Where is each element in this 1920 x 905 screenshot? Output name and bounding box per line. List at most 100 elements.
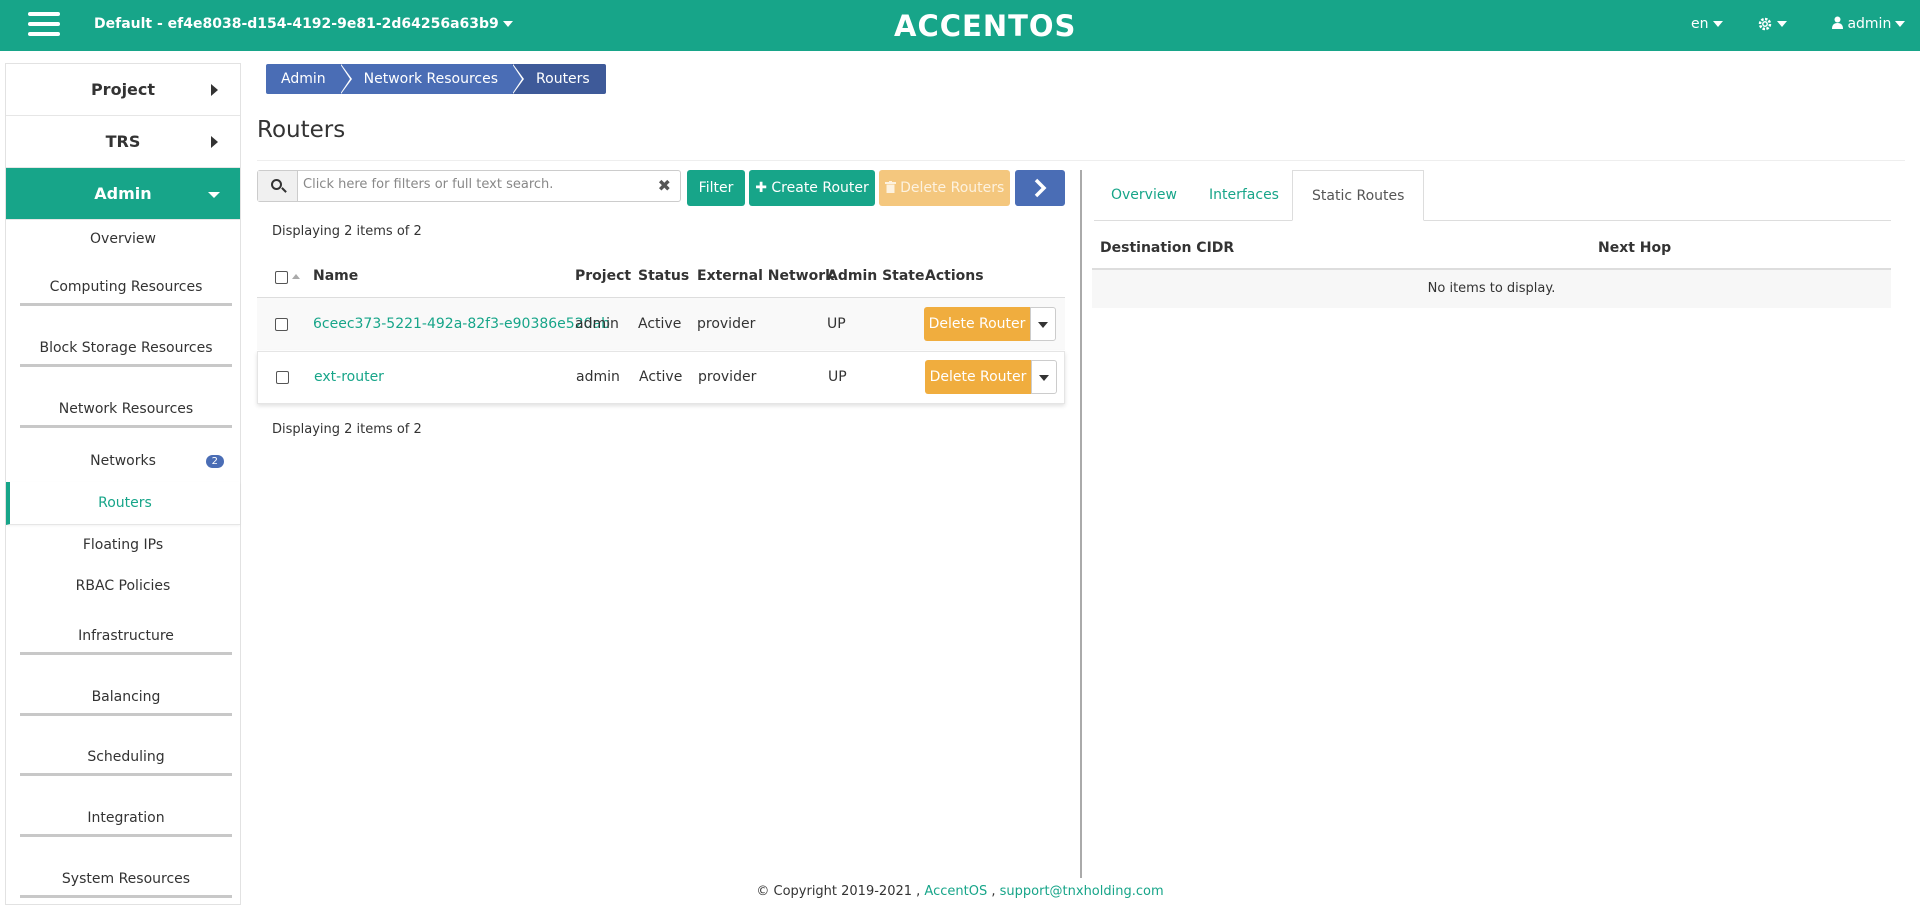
column-header-next-hop: Next Hop [1598, 240, 1672, 256]
plus-icon: ✚ [755, 180, 767, 196]
page-title: Routers [257, 117, 346, 143]
chevron-down-icon [1777, 21, 1787, 27]
delete-routers-label: Delete Routers [900, 180, 1005, 196]
create-router-button[interactable]: ✚ Create Router [749, 170, 875, 206]
router-project: admin [575, 316, 619, 332]
router-project: admin [576, 369, 620, 385]
sidebar-item-overview[interactable]: Overview [6, 231, 240, 247]
brand-link[interactable]: AccentOS [924, 884, 987, 899]
chevron-down-icon [1038, 322, 1048, 328]
router-status: Active [638, 316, 682, 332]
search-input[interactable] [303, 177, 643, 192]
close-icon[interactable]: ✖ [658, 176, 671, 195]
column-header-destination-cidr: Destination CIDR [1100, 240, 1235, 256]
top-navbar: Default - ef4e8038-d154-4192-9e81-2d6425… [0, 0, 1920, 51]
create-router-label: Create Router [771, 180, 869, 196]
support-email-link[interactable]: support@tnxholding.com [1000, 884, 1164, 899]
chevron-down-icon [1895, 21, 1906, 27]
sidebar-group-network-resources[interactable]: Network Resources [20, 401, 232, 428]
search-bar: ✖ [257, 170, 681, 202]
sidebar-group-integration[interactable]: Integration [20, 810, 232, 837]
filter-button[interactable]: Filter [687, 170, 745, 206]
logo: ACCENTOS [894, 9, 1077, 43]
column-header-name[interactable]: Name [313, 268, 358, 284]
row-checkbox[interactable] [276, 371, 289, 384]
sidebar-item-floating-ips[interactable]: Floating IPs [6, 537, 240, 553]
row-actions-dropdown[interactable] [1030, 307, 1056, 341]
detail-tabs: Overview Interfaces Static Routes [1094, 170, 1891, 221]
column-header-status[interactable]: Status [638, 268, 689, 284]
column-header-actions: Actions [925, 268, 984, 284]
hamburger-menu-icon[interactable] [28, 12, 60, 39]
sidebar: Project TRS Admin Overview Computing Res… [5, 63, 241, 905]
breadcrumb-label: Network Resources [363, 71, 499, 87]
search-button[interactable] [258, 171, 298, 201]
sidebar-group-computing-resources[interactable]: Computing Resources [20, 279, 232, 306]
sidebar-group-scheduling[interactable]: Scheduling [20, 749, 232, 776]
table-row[interactable]: 6ceec373-5221-492a-82f3-e90386e520ab adm… [257, 297, 1065, 350]
router-status: Active [639, 369, 683, 385]
gear-icon [1758, 17, 1772, 31]
empty-message: No items to display. [1092, 270, 1891, 308]
panel-splitter[interactable] [1080, 170, 1082, 878]
sidebar-section-project[interactable]: Project [6, 64, 240, 116]
sidebar-group-block-storage-resources[interactable]: Block Storage Resources [20, 340, 232, 367]
select-all-checkbox[interactable] [275, 271, 288, 284]
project-selector-label: Default - ef4e8038-d154-4192-9e81-2d6425… [94, 16, 499, 32]
tab-static-routes[interactable]: Static Routes [1292, 170, 1425, 221]
footer-separator: , [991, 884, 996, 899]
sidebar-item-rbac-policies[interactable]: RBAC Policies [6, 578, 240, 594]
chevron-right-icon [1034, 178, 1047, 198]
router-admin-state: UP [827, 316, 846, 332]
column-header-admin-state[interactable]: Admin State [827, 268, 925, 284]
language-selector[interactable]: en [1691, 16, 1723, 32]
item-count-bottom: Displaying 2 items of 2 [272, 422, 422, 437]
row-actions-dropdown[interactable] [1031, 360, 1057, 394]
sidebar-section-admin[interactable]: Admin [6, 168, 240, 220]
user-icon [1832, 16, 1843, 29]
table-row[interactable]: ext-router admin Active provider UP Dele… [257, 351, 1065, 404]
breadcrumb-label: Routers [536, 71, 590, 87]
chevron-down-icon [1712, 21, 1723, 27]
sidebar-group-balancing[interactable]: Balancing [20, 689, 232, 716]
user-menu[interactable]: admin [1832, 16, 1906, 32]
column-header-project[interactable]: Project [575, 268, 631, 284]
delete-router-button[interactable]: Delete Router [925, 360, 1031, 394]
sidebar-section-trs[interactable]: TRS [6, 116, 240, 168]
user-name: admin [1847, 16, 1892, 32]
tab-overview[interactable]: Overview [1111, 170, 1177, 221]
sidebar-item-networks[interactable]: Networks 2 [6, 453, 240, 469]
next-button[interactable] [1015, 170, 1065, 206]
sidebar-item-routers[interactable]: Routers [6, 482, 240, 525]
chevron-right-icon [211, 136, 218, 148]
breadcrumb-label: Admin [281, 71, 326, 87]
chevron-down-icon [502, 21, 513, 27]
sidebar-section-label: TRS [105, 132, 141, 151]
tab-interfaces[interactable]: Interfaces [1209, 170, 1279, 221]
router-name-link[interactable]: ext-router [314, 369, 384, 385]
settings-menu[interactable] [1757, 16, 1787, 32]
sidebar-section-label: Admin [94, 184, 152, 203]
breadcrumb: Admin Network Resources Routers [266, 64, 606, 94]
column-header-external-network[interactable]: External Network [697, 268, 834, 284]
trash-icon [884, 181, 896, 193]
breadcrumb-routers[interactable]: Routers [512, 64, 606, 94]
router-external-network: provider [698, 369, 757, 385]
breadcrumb-admin[interactable]: Admin [266, 64, 352, 94]
chevron-right-icon [211, 84, 218, 96]
project-selector[interactable]: Default - ef4e8038-d154-4192-9e81-2d6425… [94, 16, 513, 32]
chevron-down-icon [208, 192, 220, 198]
row-checkbox[interactable] [275, 318, 288, 331]
delete-router-button[interactable]: Delete Router [924, 307, 1030, 341]
chevron-down-icon [1039, 375, 1049, 381]
router-name-link[interactable]: 6ceec373-5221-492a-82f3-e90386e520ab [313, 316, 610, 332]
divider [257, 160, 1905, 161]
item-count-top: Displaying 2 items of 2 [272, 224, 422, 239]
sidebar-section-label: Project [90, 80, 156, 99]
sidebar-item-label: Networks [90, 453, 156, 469]
sort-asc-icon[interactable] [292, 274, 300, 279]
sidebar-group-infrastructure[interactable]: Infrastructure [20, 628, 232, 655]
delete-routers-button[interactable]: Delete Routers [879, 170, 1010, 206]
language-label: en [1691, 16, 1709, 32]
breadcrumb-network-resources[interactable]: Network Resources [339, 64, 525, 94]
